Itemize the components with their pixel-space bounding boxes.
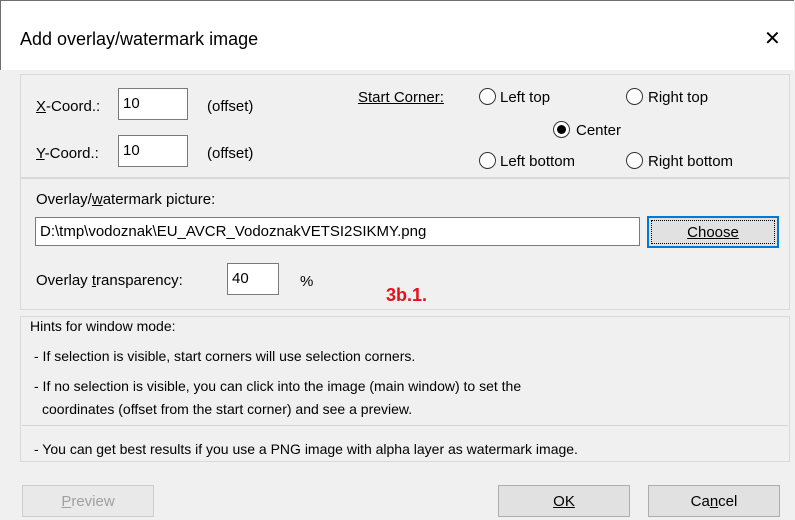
transparency-input[interactable]: 40 [227,263,279,295]
ok-button[interactable]: OK [498,485,630,517]
annotation-label: 3b.1. [386,285,428,305]
close-icon[interactable]: ✕ [764,26,781,51]
radio-center-label[interactable]: Center [576,122,621,139]
ok-button-label: OK [553,492,575,510]
window-title: Add overlay/watermark image [20,29,259,49]
transparency-label-a: Overlay [36,272,92,289]
hint-line-3: coordinates (offset from the start corne… [42,401,413,417]
transparency-label: Overlay transparency: [36,272,183,289]
radio-left-bottom[interactable] [479,152,496,169]
y-coord-input[interactable]: 10 [118,135,188,167]
overlay-picture-label-a: Overlay/ [36,191,92,208]
cancel-button-a: Ca [690,492,710,510]
radio-right-bottom-label[interactable]: Right bottom [648,153,733,170]
picture-path-input[interactable]: D:\tmp\vodoznak\EU_AVCR_VodoznakVETSI2SI… [35,217,640,246]
hint-line-4: - You can get best results if you use a … [34,441,578,457]
cancel-button-b: cel [718,492,738,510]
y-offset-label: (offset) [207,145,254,162]
preview-button-rest: review [71,492,115,510]
y-coord-label-accel: Y [36,145,45,162]
choose-focus-ring [651,220,775,244]
start-corner-label: Start Corner: [358,89,444,106]
radio-left-top[interactable] [479,88,496,105]
cancel-button[interactable]: Ca n cel [648,485,780,517]
preview-button[interactable]: Preview [22,485,154,517]
x-coord-label: X-Coord.: [36,98,100,115]
radio-right-top-label[interactable]: Right top [648,89,708,106]
x-offset-label: (offset) [207,98,254,115]
preview-button-accel: P [61,492,72,510]
x-coord-label-rest: -Coord.: [46,98,101,115]
x-coord-label-accel: X [36,98,47,115]
radio-right-bottom[interactable] [626,152,643,169]
choose-button[interactable]: Choose [647,216,779,248]
overlay-picture-label-b: atermark picture: [102,191,216,208]
radio-right-top[interactable] [626,88,643,105]
x-coord-input[interactable]: 10 [118,88,188,120]
hints-title: Hints for window mode: [30,318,176,334]
transparency-unit: % [300,273,314,290]
y-coord-label: Y-Coord.: [36,145,99,162]
hint-line-2: - If no selection is visible, you can cl… [34,378,522,394]
overlay-picture-label: Overlay/watermark picture: [36,191,215,208]
hint-line-1: - If selection is visible, start corners… [34,348,416,364]
radio-left-bottom-label[interactable]: Left bottom [500,153,575,170]
radio-left-top-label[interactable]: Left top [500,89,550,106]
transparency-label-b: ransparency: [96,272,183,289]
y-coord-label-rest: -Coord.: [44,145,99,162]
radio-center[interactable] [553,121,570,138]
overlay-picture-label-accel: w [91,191,103,208]
cancel-button-accel: n [709,492,719,510]
